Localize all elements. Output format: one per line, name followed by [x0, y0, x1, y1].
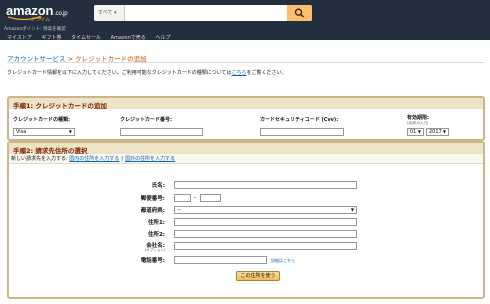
- phone-label: 電話番号:: [140, 258, 165, 264]
- phone-details-link[interactable]: 詳細はこちら: [271, 258, 295, 264]
- search-icon: [294, 8, 304, 18]
- search-input[interactable]: [125, 5, 287, 21]
- postal-dash: -: [194, 194, 197, 201]
- step2-panel: 手順2: 請求先住所の選択 新しい請求先を入力する: 国内の住所を入力する | 国外…: [7, 141, 485, 299]
- name-input[interactable]: [174, 181, 357, 189]
- intro-text-before: クレジットカード情報を以下に入力してください。ご利用可能なクレジットカードの種類…: [7, 70, 232, 76]
- card-number-label: クレジットカード番号:: [120, 117, 173, 123]
- step1-header: 手順1: クレジットカードの追加: [9, 98, 483, 110]
- prefecture-value: --: [177, 207, 181, 213]
- address1-input[interactable]: [174, 218, 357, 226]
- nav-item-sell[interactable]: Amazonで売る: [111, 35, 146, 41]
- top-header: amazon.co.jp プライム すべて ▾ Amazonポイント: 残高を確…: [0, 0, 490, 41]
- postal-code-second-input[interactable]: [200, 194, 221, 202]
- overseas-address-link[interactable]: 国外の住所を入力する: [125, 156, 175, 162]
- card-number-input[interactable]: [120, 128, 203, 136]
- chevron-down-icon: ▼: [442, 129, 446, 134]
- nav-item-timesale[interactable]: タイムセール: [71, 35, 101, 41]
- card-types-link[interactable]: こちら: [231, 70, 246, 76]
- chevron-down-icon: ▼: [350, 207, 354, 212]
- expiry-month-value: 01: [410, 129, 417, 135]
- intro-text-after: をご覧ください。: [246, 70, 287, 76]
- name-label: 氏名:: [151, 183, 165, 189]
- prime-subtitle: プライム: [30, 17, 50, 23]
- search-category-select[interactable]: すべて ▾: [94, 5, 125, 21]
- search-button[interactable]: [287, 5, 312, 21]
- nav-item-mystore[interactable]: マイストア: [7, 35, 32, 41]
- card-type-label: クレジットカードの種類:: [13, 117, 71, 123]
- domestic-address-link[interactable]: 国内の住所を入力する: [69, 156, 119, 162]
- step1-panel: 手順1: クレジットカードの追加 クレジットカードの種類: Visa ▼ クレジ…: [7, 96, 485, 141]
- step1-title: 手順1: クレジットカードの追加: [13, 102, 107, 110]
- company-input[interactable]: [174, 242, 357, 250]
- chevron-down-icon: ▼: [68, 129, 72, 134]
- postal-code-first-input[interactable]: [174, 194, 191, 202]
- use-this-address-button[interactable]: この住所を使う: [236, 271, 280, 281]
- nav-item-giftcard[interactable]: ギフト券: [41, 35, 61, 41]
- new-address-prefix: 新しい請求先を入力する:: [11, 156, 68, 162]
- logo-tld: .co.jp: [54, 11, 68, 17]
- prefecture-select[interactable]: -- ▼: [174, 206, 357, 214]
- cvv-label: カードセキュリティコード (Cvv):: [260, 117, 339, 123]
- intro-text: クレジットカード情報を以下に入力してください。ご利用可能なクレジットカードの種類…: [7, 69, 287, 76]
- address2-label: 住所2:: [147, 232, 165, 238]
- company-optional-note: (オプション): [144, 248, 165, 252]
- nav-item-help[interactable]: ヘルプ: [155, 35, 170, 41]
- step2-header: 手順2: 請求先住所の選択: [9, 143, 483, 155]
- cvv-input[interactable]: [260, 128, 344, 136]
- phone-input[interactable]: [174, 256, 267, 264]
- search-bar: すべて ▾: [94, 5, 312, 21]
- nav-bar: マイストア ギフト券 タイムセール Amazonで売る ヘルプ: [7, 34, 178, 41]
- card-type-select[interactable]: Visa ▼: [13, 128, 75, 136]
- points-link[interactable]: Amazonポイント: 残高を確認: [4, 26, 66, 32]
- prefecture-label: 都道府県:: [140, 208, 165, 214]
- divider: [7, 62, 485, 63]
- address1-label: 住所1:: [147, 220, 165, 226]
- chevron-down-icon: ▼: [417, 129, 421, 134]
- postal-code-label: 郵便番号:: [140, 196, 165, 202]
- expiry-month-select[interactable]: 01 ▼: [407, 128, 424, 136]
- expiry-label: 有効期限:: [407, 115, 429, 121]
- expiry-year-value: 2017: [429, 129, 442, 135]
- expiry-year-select[interactable]: 2017 ▼: [426, 128, 449, 136]
- address2-input[interactable]: [174, 230, 357, 238]
- new-address-row: 新しい請求先を入力する: 国内の住所を入力する | 国外の住所を入力する: [9, 154, 483, 164]
- expiry-sublabel: (月/年の入力): [407, 121, 429, 125]
- link-separator: |: [121, 156, 123, 162]
- card-type-value: Visa: [16, 129, 27, 135]
- search-category-label: すべて: [98, 10, 113, 16]
